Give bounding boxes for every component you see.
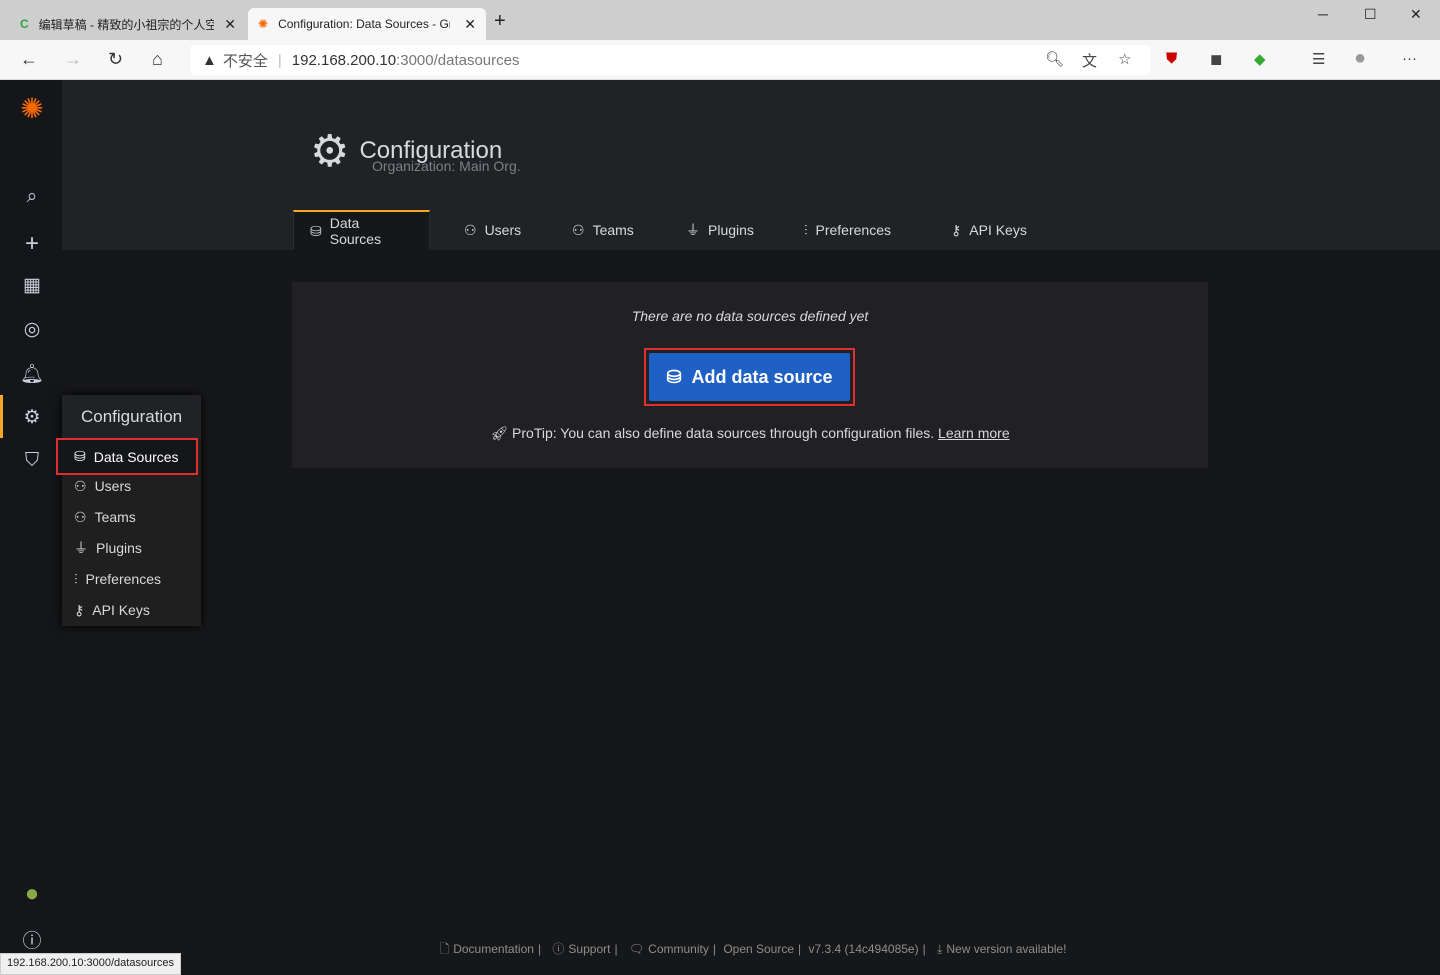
tab-teams[interactable]: ⚇ Teams [556, 210, 650, 250]
highlight-box: ⛁ Add data source [644, 348, 855, 406]
page-subtitle: Organization: Main Org. [372, 158, 521, 174]
forward-icon[interactable]: → [64, 49, 82, 70]
warning-icon: ▲ [202, 51, 217, 69]
favorites-icon[interactable]: ☰ [1312, 50, 1325, 68]
more-icon[interactable]: ··· [1402, 50, 1417, 67]
tab-preferences[interactable]: ⫶ Preferences [788, 210, 907, 250]
tab-users[interactable]: ⚇ Users [448, 210, 537, 250]
back-icon[interactable]: ← [20, 49, 38, 70]
maximize-button[interactable]: ☐ [1364, 6, 1377, 23]
footer-version[interactable]: v7.3.4 (14c494085e) [809, 942, 919, 956]
user-icon: ⚇ [74, 477, 87, 494]
comments-icon: 🗨 [628, 942, 645, 956]
dashboards-icon[interactable]: ▦ [18, 274, 46, 297]
tab-plugins[interactable]: ⏚ Plugins [670, 210, 770, 250]
browser-tab[interactable]: C 编辑草稿 - 精致的小祖宗的个人空 ✕ [10, 8, 246, 40]
help-icon: ⓘ [552, 942, 565, 956]
flyout-item-data-sources[interactable]: ⛁ Data Sources [56, 438, 198, 475]
zoom-icon[interactable]: 🔍︎ [1045, 50, 1064, 68]
bell-icon[interactable]: 🔔︎ [18, 362, 46, 386]
plug-icon: ⏚ [74, 540, 88, 556]
home-icon[interactable]: ⌂ [152, 49, 163, 70]
add-data-source-button[interactable]: ⛁ Add data source [649, 353, 850, 401]
search-icon[interactable]: ⌕ [18, 186, 46, 208]
shield-icon[interactable]: ⛉ [18, 450, 46, 472]
database-icon: ⛁ [666, 366, 682, 387]
flyout-item-preferences[interactable]: ⫶ Preferences [74, 564, 161, 594]
close-window-button[interactable]: ✕ [1410, 6, 1422, 23]
footer-documentation-link[interactable]: Documentation [453, 942, 534, 956]
profile-avatar[interactable]: ● [1354, 47, 1366, 70]
sliders-icon: ⫶ [74, 570, 78, 587]
url-input[interactable]: ▲ 不安全 | 192.168.200.10:3000/datasources [190, 45, 1150, 75]
tab-api-keys[interactable]: ⚷ API Keys [935, 210, 1043, 250]
flyout-title[interactable]: Configuration [62, 395, 201, 438]
explore-icon[interactable]: ◎ [18, 318, 46, 341]
footer-support-link[interactable]: Support [568, 942, 610, 956]
database-icon: ⛁ [74, 448, 86, 464]
reload-icon[interactable]: ↻ [108, 49, 123, 70]
new-tab-button[interactable]: + [494, 10, 506, 33]
minimize-button[interactable]: ─ [1318, 6, 1328, 22]
gear-icon[interactable]: ⚙ [18, 406, 46, 429]
grafana-logo[interactable]: ✺ [18, 92, 46, 125]
browser-tab-active[interactable]: ✺Configuration: Data Sources - Grafana✕ [248, 8, 486, 40]
empty-list-panel: There are no data sources defined yet ⛁ A… [292, 282, 1208, 468]
plus-icon[interactable]: + [18, 230, 46, 258]
extension-icon[interactable]: ◼ [1210, 50, 1222, 68]
user-icon: ⚇ [464, 221, 477, 238]
footer-community-link[interactable]: Community [648, 942, 709, 956]
protip: 🚀︎ ProTip: You can also define data sour… [490, 425, 1010, 441]
empty-message: There are no data sources defined yet [631, 308, 869, 324]
footer: 🗋 Documentation | ⓘ Support | 🗨 Community | Op… [439, 942, 1067, 956]
close-tab-icon[interactable]: ✕ [464, 16, 476, 33]
sliders-icon: ⫶ [804, 221, 808, 238]
footer-open-source-link[interactable]: Open Source [723, 942, 794, 956]
users-icon: ⚇ [74, 508, 87, 525]
active-indicator [0, 395, 3, 438]
sidebar: ✺ ⌕ + ▦ ◎ 🔔︎ ⚙ ⛉ ● ⓘ [0, 80, 62, 975]
browser-tab-bar: C 编辑草稿 - 精致的小祖宗的个人空 ✕ ✺ Configuration: Data… [0, 0, 1440, 40]
flyout-item-teams[interactable]: ⚇ Teams [74, 502, 136, 532]
close-tab-icon[interactable]: ✕ [224, 16, 236, 33]
status-bar-url: 192.168.200.10:3000/datasources [0, 953, 181, 975]
users-icon: ⚇ [572, 221, 585, 238]
download-icon: ⤓ [937, 942, 943, 956]
flyout-item-plugins[interactable]: ⏚ Plugins [74, 533, 142, 563]
avatar[interactable]: ● [18, 880, 46, 908]
learn-more-link[interactable]: Learn more [938, 425, 1010, 441]
translate-icon[interactable]: 文 [1082, 50, 1097, 71]
ublock-icon[interactable]: ⛊ [1166, 50, 1177, 67]
site-icon: C [20, 17, 29, 31]
favorite-star-icon[interactable]: ☆ [1118, 50, 1131, 68]
database-icon: ⛁ [310, 222, 322, 239]
grafana-icon: ✺ [258, 17, 269, 31]
key-icon: ⚷ [951, 221, 962, 238]
plug-icon: ⏚ [686, 222, 700, 238]
gear-icon: ⚙ [310, 127, 350, 176]
extension-icon[interactable]: ◆ [1254, 50, 1266, 68]
key-icon: ⚷ [74, 601, 85, 618]
configuration-flyout-menu: Configuration ⛁ Data Sources ⚇ Users ⚇ Team… [56, 395, 201, 626]
flyout-item-users[interactable]: ⚇ Users [74, 471, 131, 501]
rocket-icon: 🚀︎ [490, 425, 513, 441]
document-icon: 🗋 [439, 942, 450, 956]
footer-new-version-link[interactable]: New version available! [946, 942, 1066, 956]
flyout-item-api-keys[interactable]: ⚷ API Keys [74, 595, 150, 625]
tab-data-sources[interactable]: ⛁ Data Sources [293, 210, 430, 250]
